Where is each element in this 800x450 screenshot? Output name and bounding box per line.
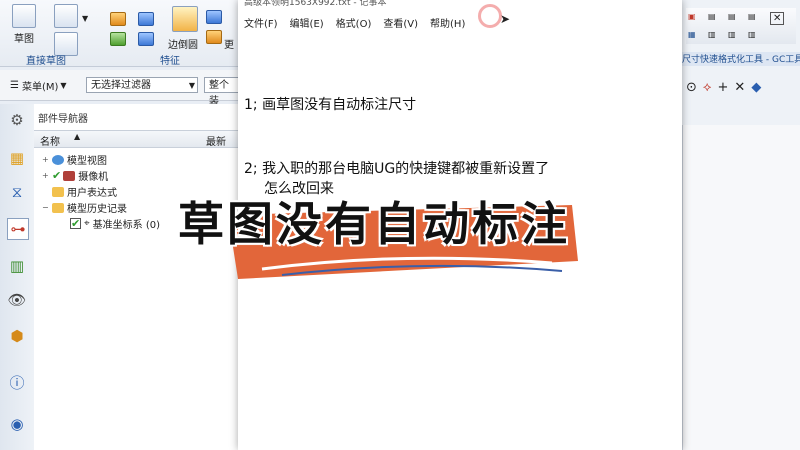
intersection-icon[interactable]: ✕ — [734, 80, 745, 95]
quadrant-point-icon[interactable]: ⟡ — [703, 80, 712, 95]
menu-file[interactable]: 文件(F) — [244, 15, 278, 30]
type-filter-combo[interactable]: 无选择过滤器 ▼ — [86, 77, 198, 93]
scope-filter-combo[interactable]: 整个装 — [204, 77, 238, 107]
dim-format-icon[interactable]: ▤ — [708, 12, 716, 21]
column-latest-header[interactable]: 最新 — [206, 133, 226, 148]
web-browser-icon[interactable]: ◉ — [7, 414, 27, 434]
dim-format-icon[interactable]: ▥ — [708, 30, 716, 39]
tree-item-label: 基准坐标系 (0) — [92, 220, 160, 231]
collapse-icon[interactable]: − — [42, 203, 52, 212]
gear-icon[interactable]: ⚙ — [7, 110, 27, 130]
camera-icon — [63, 170, 76, 181]
notepad-titlebar: 高级本领明1563X992.txt - 记事本 — [238, 0, 682, 10]
feature-group-label: 特征 — [160, 56, 180, 67]
part-navigator: 部件导航器 名称 ▲ 最新 + 模型视图 + ✔ 摄像机 用户表达式 − 模型历… — [34, 104, 238, 450]
shell-icon[interactable] — [206, 30, 222, 44]
menu-view[interactable]: 查看(V) — [383, 15, 418, 30]
extrude-icon[interactable] — [110, 12, 126, 26]
selection-filter-bar: ☰ 菜单(M) ▼ 无选择过滤器 ▼ 整个装 — [0, 70, 238, 107]
folder-icon — [52, 186, 64, 197]
tree-item-label: 用户表达式 — [67, 188, 117, 199]
close-icon[interactable]: ✕ — [770, 12, 785, 25]
point-icon[interactable]: ◆ — [751, 80, 761, 95]
part-navigator-icon[interactable]: ⊶ — [7, 218, 29, 240]
sort-ascending-icon: ▲ — [74, 132, 81, 141]
resource-bar: ⚙ ▦ ⧖ ⊶ ▥ 👁 ⬢ ⓘ ◉ — [0, 104, 35, 450]
menu-edit[interactable]: 编辑(E) — [290, 15, 324, 30]
expand-icon[interactable]: + — [42, 155, 52, 164]
checkbox-checked-icon[interactable]: ✔ — [70, 218, 81, 229]
more-label[interactable]: 更 — [224, 36, 234, 51]
revolve-icon[interactable] — [138, 12, 154, 26]
menu-button[interactable]: ☰ 菜单(M) ▼ — [10, 78, 67, 93]
datum-csys-icon: ⌖ — [84, 218, 90, 229]
toolbar-title: 尺寸快速格式化工具 - GC工具 — [682, 52, 800, 66]
tree-item-model-history[interactable]: − 模型历史记录 — [42, 200, 127, 215]
chevron-down-icon: ▼ — [188, 81, 195, 90]
dim-format-icon[interactable]: ▤ — [728, 12, 736, 21]
text-line: 2; 我入职的那台电脑UG的快捷键都被重新设置了 — [244, 161, 550, 177]
folder-open-icon — [52, 202, 64, 213]
tree-item-datum-csys[interactable]: ✔ ⌖ 基准坐标系 (0) — [70, 216, 160, 231]
window-title: 高级本领明1563X992.txt - 记事本 — [244, 0, 387, 8]
expand-icon[interactable]: + — [42, 171, 52, 180]
sketch-button[interactable]: 草图 — [12, 4, 36, 45]
menu-format[interactable]: 格式(O) — [336, 15, 372, 30]
type-filter-value: 无选择过滤器 — [91, 80, 151, 91]
info-icon[interactable]: ⓘ — [7, 372, 27, 392]
hole-icon[interactable] — [110, 32, 126, 46]
dim-format-icon[interactable]: ▥ — [728, 30, 736, 39]
mouse-cursor-icon: ➤ — [500, 12, 511, 26]
check-icon: ✔ — [52, 169, 62, 182]
sketch-label: 草图 — [14, 34, 34, 45]
edge-blend-label: 边倒圆 — [168, 40, 198, 51]
navigator-header: 名称 ▲ 最新 — [34, 130, 238, 148]
edge-blend-icon[interactable] — [172, 6, 198, 32]
text-line: 1; 画草图没有自动标注尺寸 — [244, 97, 417, 113]
reuse-library-icon[interactable]: ▥ — [7, 256, 27, 276]
tree-item-model-views[interactable]: + 模型视图 — [42, 152, 107, 167]
title-banner-text: 草图没有自动标注 — [178, 197, 570, 251]
plus-icon[interactable]: + — [718, 80, 729, 95]
menu-help[interactable]: 帮助(H) — [430, 15, 465, 30]
direct-sketch-group-label: 直接草图 — [26, 56, 66, 67]
format-buttons: ▣ ▤ ▤ ▤ ✕ ▦ ▥ ▥ ▥ — [686, 8, 796, 44]
constraint-navigator-icon[interactable]: ⧖ — [7, 182, 27, 202]
curve-icon[interactable] — [54, 4, 78, 28]
menu-icon: ☰ — [10, 80, 19, 91]
chevron-down-icon[interactable]: ▼ — [82, 14, 88, 23]
model-views-icon — [52, 154, 64, 165]
menu-label: 菜单(M) — [21, 82, 59, 93]
tree-item-cameras[interactable]: + ✔ 摄像机 — [42, 168, 108, 183]
navigator-title: 部件导航器 — [38, 114, 88, 125]
chamfer-icon[interactable] — [206, 10, 222, 24]
snap-toolbar: ⊙ ⟡ + ✕ ◆ — [682, 76, 800, 98]
cursor-highlight — [478, 4, 502, 28]
history-icon[interactable]: ⬢ — [7, 326, 27, 346]
boolean-icon[interactable] — [138, 32, 154, 46]
dim-format-icon[interactable]: ▥ — [748, 30, 756, 39]
scope-filter-value: 整个装 — [209, 80, 229, 107]
column-name-header[interactable]: 名称 — [40, 133, 60, 148]
tree-item-user-expressions[interactable]: 用户表达式 — [52, 184, 117, 199]
tree-item-label: 摄像机 — [78, 172, 109, 183]
chevron-down-icon: ▼ — [60, 81, 67, 90]
circle-center-icon[interactable]: ⊙ — [686, 80, 697, 95]
assembly-navigator-icon[interactable]: ▦ — [7, 148, 27, 168]
view-manager-icon[interactable]: 👁 — [7, 290, 27, 310]
sketch-icon — [12, 4, 36, 28]
tree-item-label: 模型历史记录 — [67, 204, 127, 215]
graphics-window[interactable] — [682, 125, 800, 450]
notepad-menubar: 文件(F) 编辑(E) 格式(O) 查看(V) 帮助(H) — [238, 12, 682, 32]
dim-format-icon[interactable]: ▣ — [688, 12, 696, 21]
tree-item-label: 模型视图 — [67, 156, 107, 167]
dim-format-icon[interactable]: ▦ — [688, 30, 696, 39]
dim-format-icon[interactable]: ▤ — [748, 12, 756, 21]
